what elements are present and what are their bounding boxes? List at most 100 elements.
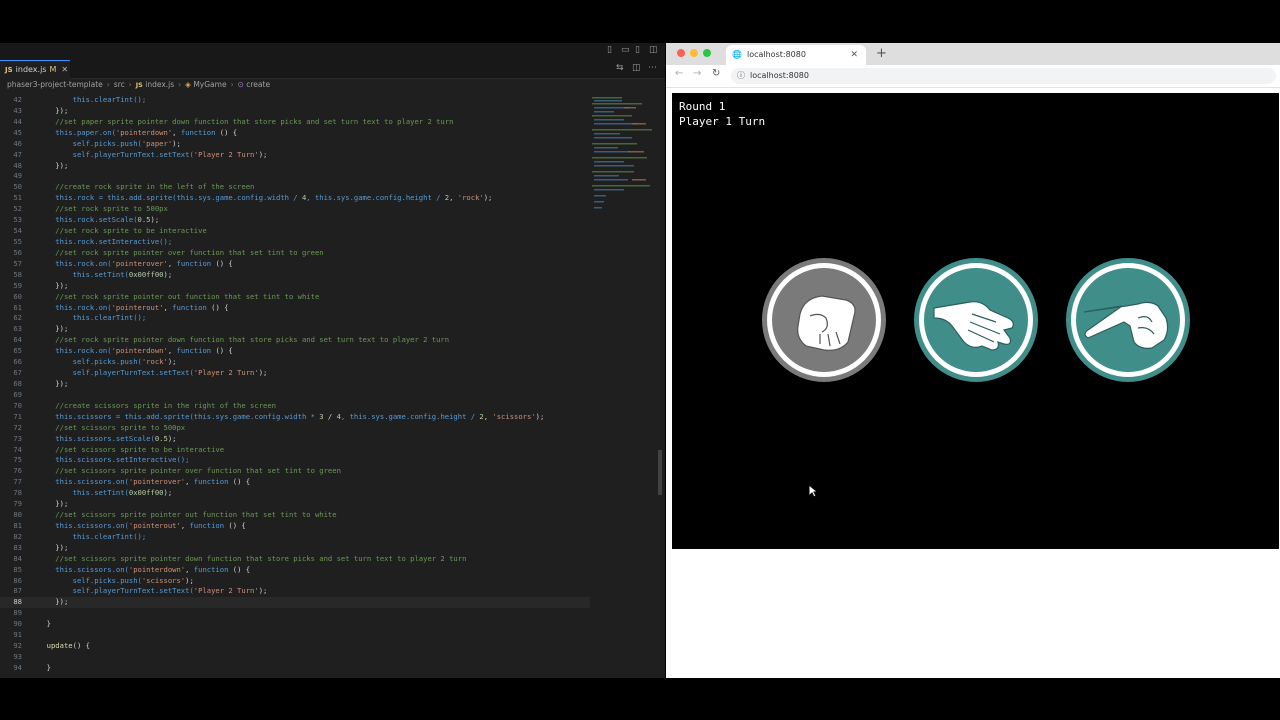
browser-window: 🌐 localhost:8080 ✕ + ← → ↻ ⓘ localhost:808…: [666, 43, 1280, 678]
code-line[interactable]: 63 });: [0, 324, 590, 335]
minimap[interactable]: [588, 95, 660, 225]
address-bar[interactable]: ⓘ localhost:8080: [731, 68, 1276, 84]
code-line[interactable]: 69: [0, 390, 590, 401]
code-line[interactable]: 91: [0, 630, 590, 641]
code-line[interactable]: 79 });: [0, 499, 590, 510]
code-line[interactable]: 85 this.scissors.on('pointerdown', funct…: [0, 565, 590, 576]
code-line[interactable]: 88 });: [0, 597, 590, 609]
code-token: });: [38, 378, 69, 388]
code-line[interactable]: 82 this.clearTint();: [0, 532, 590, 543]
code-line[interactable]: 76 //set scissors sprite pointer over fu…: [0, 466, 590, 477]
code-line[interactable]: 84 //set scissors sprite pointer down fu…: [0, 554, 590, 565]
code-text: });: [38, 543, 68, 554]
code-token: function: [176, 346, 212, 356]
breadcrumb-file[interactable]: index.js: [145, 80, 174, 89]
code-line[interactable]: 77 this.scissors.on('pointerover', funct…: [0, 477, 590, 488]
site-info-icon[interactable]: ⓘ: [737, 71, 745, 80]
split-editor-icon[interactable]: ◫: [632, 63, 641, 73]
code-line[interactable]: 78 this.setTint(0x00ff00);: [0, 488, 590, 499]
new-tab-button[interactable]: +: [876, 45, 887, 63]
code-line[interactable]: 58 this.setTint(0x00ff00);: [0, 270, 590, 281]
code-line[interactable]: 52 //set rock sprite to 500px: [0, 204, 590, 215]
code-text: //set paper sprite pointer down function…: [38, 117, 453, 128]
code-line[interactable]: 89: [0, 608, 590, 619]
code-line[interactable]: 49: [0, 171, 590, 182]
code-token: 0x00ff00: [128, 269, 164, 279]
compare-changes-icon[interactable]: ⇆: [616, 63, 624, 73]
code-line[interactable]: 81 this.scissors.on('pointerout', functi…: [0, 521, 590, 532]
browser-tab[interactable]: 🌐 localhost:8080 ✕: [726, 45, 866, 65]
code-line[interactable]: 44 //set paper sprite pointer down funct…: [0, 117, 590, 128]
code-line[interactable]: 61 this.rock.on('pointerout', function (…: [0, 303, 590, 314]
code-line[interactable]: 59 });: [0, 281, 590, 292]
code-line[interactable]: 64 //set rock sprite pointer down functi…: [0, 335, 590, 346]
code-line[interactable]: 80 //set scissors sprite pointer out fun…: [0, 510, 590, 521]
code-line[interactable]: 60 //set rock sprite pointer out functio…: [0, 292, 590, 303]
layout-secondary-icon[interactable]: ▯: [635, 45, 640, 55]
close-tab-icon[interactable]: ✕: [850, 45, 858, 65]
code-line[interactable]: 75 this.scissors.setInteractive();: [0, 455, 590, 466]
line-number: 78: [13, 488, 22, 498]
editor-scrollbar[interactable]: [658, 95, 663, 678]
code-line[interactable]: 48 });: [0, 161, 590, 172]
more-actions-icon[interactable]: ⋯: [648, 63, 657, 73]
code-line[interactable]: 92 update() {: [0, 641, 590, 652]
layout-panel-icon[interactable]: ▭: [621, 45, 630, 55]
code-area[interactable]: 42 this.clearTint(); 43 }); 44 //set paper…: [0, 95, 590, 678]
code-line[interactable]: 62 this.clearTint();: [0, 313, 590, 324]
code-line[interactable]: 43 });: [0, 106, 590, 117]
code-line[interactable]: 93: [0, 652, 590, 663]
code-line[interactable]: 86 self.picks.push('scissors');: [0, 576, 590, 587]
code-line[interactable]: 65 this.rock.on('pointerdown', function …: [0, 346, 590, 357]
code-line[interactable]: 68 });: [0, 379, 590, 390]
maximize-window-button[interactable]: [703, 49, 711, 57]
code-line[interactable]: 47 self.playerTurnText.setText('Player 2…: [0, 150, 590, 161]
reload-icon[interactable]: ↻: [712, 68, 720, 79]
code-line[interactable]: 54 //set rock sprite to be interactive: [0, 226, 590, 237]
breadcrumb-folder[interactable]: src: [114, 80, 125, 89]
code-line[interactable]: 51 this.rock = this.add.sprite(this.sys.…: [0, 193, 590, 204]
code-line[interactable]: 72 //set scissors sprite to 500px: [0, 423, 590, 434]
paper-sprite[interactable]: [912, 256, 1040, 384]
code-line[interactable]: 83 });: [0, 543, 590, 554]
scissors-sprite[interactable]: [1064, 256, 1192, 384]
layout-sidebar-icon[interactable]: ▯: [607, 45, 612, 55]
code-line[interactable]: 67 self.playerTurnText.setText('Player 2…: [0, 368, 590, 379]
code-line[interactable]: 87 self.playerTurnText.setText('Player 2…: [0, 586, 590, 597]
close-window-button[interactable]: [677, 49, 685, 57]
code-line[interactable]: 70 //create scissors sprite in the right…: [0, 401, 590, 412]
line-number: 57: [13, 258, 22, 268]
code-token: 'Player 2 Turn': [193, 368, 259, 378]
code-line[interactable]: 55 this.rock.setInteractive();: [0, 237, 590, 248]
code-line[interactable]: 71 this.scissors = this.add.sprite(this.…: [0, 412, 590, 423]
code-text: this.scissors.setScale(0.5);: [38, 434, 176, 445]
code-token: ,: [449, 193, 458, 203]
line-number: 65: [13, 346, 22, 356]
code-line[interactable]: 50 //create rock sprite in the left of t…: [0, 182, 590, 193]
breadcrumb-project[interactable]: phaser3-project-template: [7, 80, 103, 89]
game-canvas[interactable]: Round 1 Player 1 Turn: [672, 93, 1279, 549]
code-line[interactable]: 90 }: [0, 619, 590, 630]
back-icon[interactable]: ←: [675, 68, 683, 79]
rock-sprite[interactable]: [760, 256, 888, 384]
minimize-window-button[interactable]: [690, 49, 698, 57]
code-line[interactable]: 56 //set rock sprite pointer over functi…: [0, 248, 590, 259]
code-line[interactable]: 66 self.picks.push('rock');: [0, 357, 590, 368]
breadcrumb-method[interactable]: create: [246, 80, 270, 89]
code-text: }: [38, 663, 51, 674]
customize-layout-icon[interactable]: ◫: [649, 45, 658, 55]
code-line[interactable]: 74 //set scissors sprite to be interacti…: [0, 445, 590, 456]
code-line[interactable]: 46 self.picks.push('paper');: [0, 139, 590, 150]
code-line[interactable]: 42 this.clearTint();: [0, 95, 590, 106]
breadcrumb-class[interactable]: MyGame: [193, 80, 226, 89]
scrollbar-thumb[interactable]: [658, 450, 662, 495]
forward-icon[interactable]: →: [693, 68, 701, 79]
code-line[interactable]: 45 this.paper.on('pointerdown', function…: [0, 128, 590, 139]
code-line[interactable]: 57 this.rock.on('pointerover', function …: [0, 259, 590, 270]
code-line[interactable]: 94 }: [0, 663, 590, 674]
code-line[interactable]: 53 this.rock.setScale(0.5);: [0, 215, 590, 226]
tab-index-js[interactable]: JS index.js M ✕: [0, 60, 70, 79]
close-icon[interactable]: ✕: [61, 65, 68, 74]
code-token: () {: [228, 564, 251, 574]
code-line[interactable]: 73 this.scissors.setScale(0.5);: [0, 434, 590, 445]
